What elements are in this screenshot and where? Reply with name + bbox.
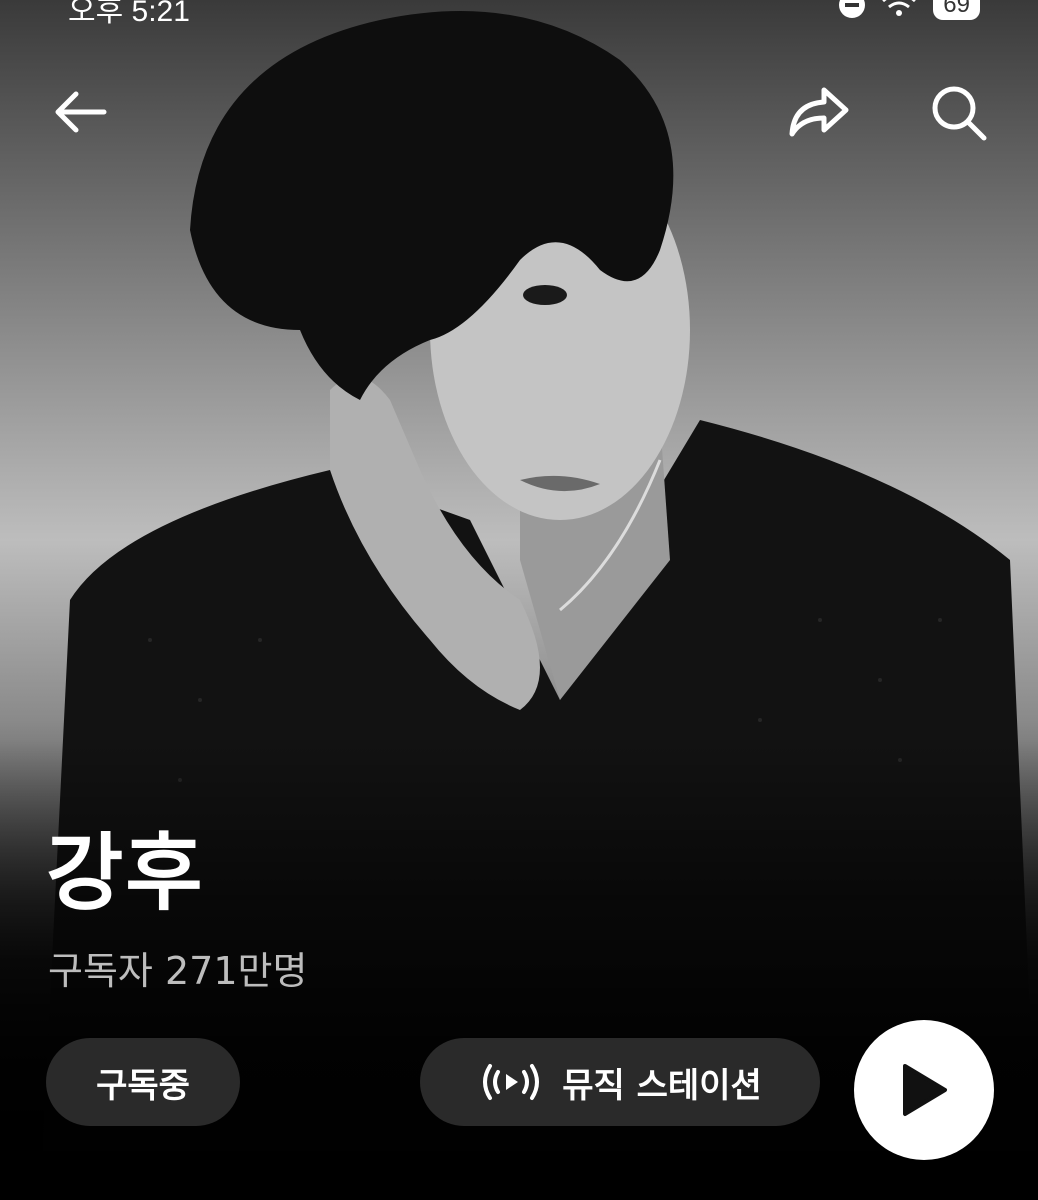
arrow-left-icon bbox=[55, 91, 107, 133]
search-icon bbox=[932, 86, 987, 141]
status-bar: 오후 5:21 69 bbox=[0, 0, 1038, 28]
artist-name: 강후 bbox=[46, 824, 205, 922]
play-icon bbox=[903, 1064, 947, 1116]
radio-broadcast-icon bbox=[483, 1064, 540, 1100]
status-time: 오후 5:21 bbox=[68, 0, 190, 28]
subscribe-button[interactable]: 구독중 bbox=[46, 1038, 240, 1126]
music-station-button[interactable]: 뮤직 스테이션 bbox=[420, 1038, 820, 1126]
subscriber-count: 구독자 271만명 bbox=[48, 949, 308, 993]
share-icon bbox=[789, 87, 849, 137]
wifi-icon bbox=[882, 0, 917, 16]
subscribe-label: 구독중 bbox=[96, 1065, 190, 1106]
do-not-disturb-icon bbox=[839, 0, 866, 18]
artist-channel-screen: 오후 5:21 69 강후 구독자 271만명 구독중 뮤직 스테이션 bbox=[0, 0, 1038, 1200]
share-button[interactable] bbox=[782, 76, 854, 148]
play-button[interactable] bbox=[854, 1020, 994, 1160]
status-icons: 69 bbox=[839, 0, 980, 20]
back-button[interactable] bbox=[44, 76, 116, 148]
battery-badge: 69 bbox=[933, 0, 980, 20]
search-button[interactable] bbox=[922, 76, 994, 148]
music-station-label: 뮤직 스테이션 bbox=[562, 1065, 762, 1106]
